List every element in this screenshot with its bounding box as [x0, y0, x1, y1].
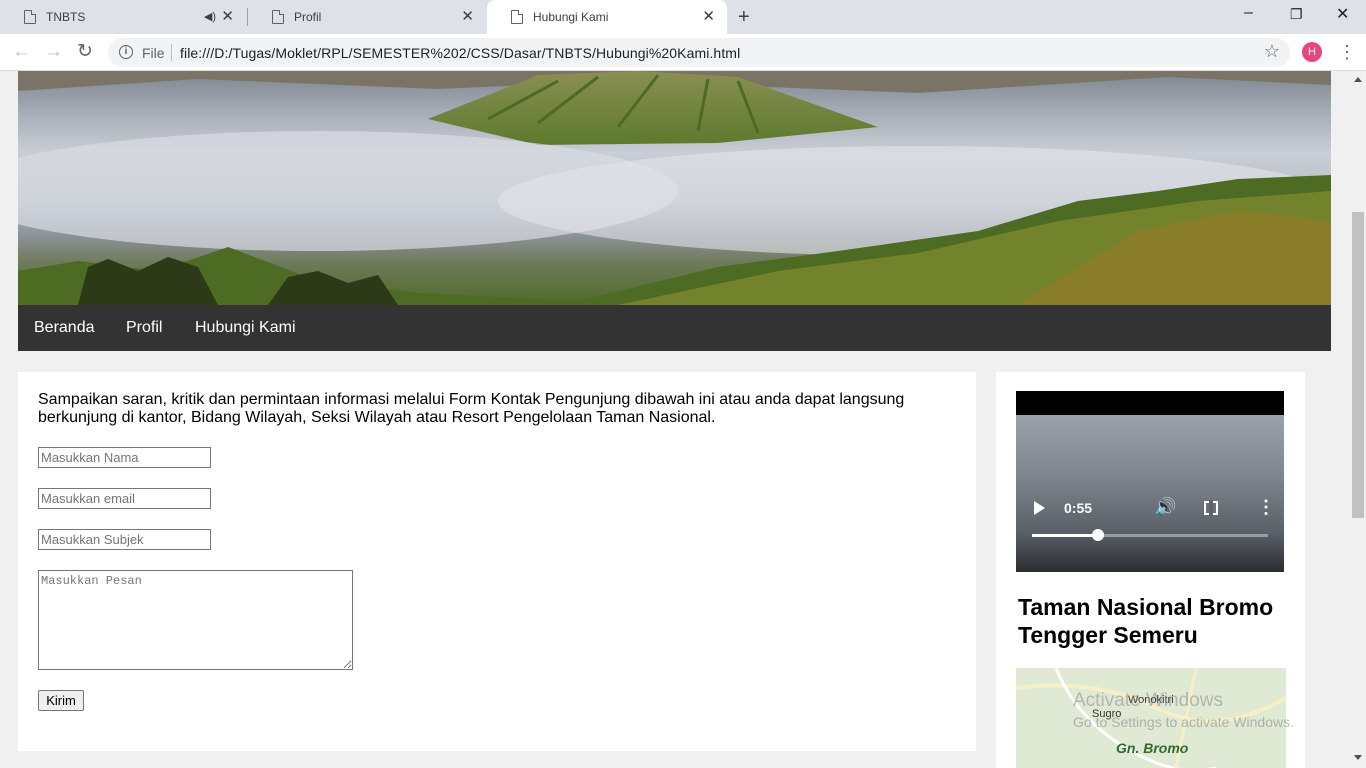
nav-link-beranda[interactable]: Beranda — [34, 319, 95, 337]
browser-menu-icon[interactable]: ⋮ — [1338, 41, 1356, 63]
fullscreen-icon[interactable] — [1204, 500, 1218, 516]
email-input[interactable] — [38, 488, 211, 509]
nav-link-profil[interactable]: Profil — [126, 319, 162, 337]
page-scrollbar[interactable] — [1350, 71, 1366, 768]
minimize-button[interactable]: – — [1244, 4, 1253, 22]
nav-link-hubungi-kami[interactable]: Hubungi Kami — [195, 319, 296, 337]
page-viewport: Beranda Profil Hubungi Kami Sampaikan sa… — [0, 71, 1350, 768]
browser-tabstrip: TNBTS ◀) ✕ Profil ✕ Hubungi Kami ✕ + – ❐… — [0, 0, 1366, 34]
forward-button[interactable]: → — [44, 41, 63, 63]
video-time: 0:55 — [1064, 500, 1093, 516]
tab-title: Hubungi Kami — [533, 10, 609, 24]
bookmark-star-icon[interactable]: ☆ — [1264, 41, 1280, 62]
video-frame — [1016, 415, 1284, 572]
video-progress-fill — [1032, 534, 1099, 537]
contact-intro-text: Sampaikan saran, kritik dan permintaan i… — [38, 391, 905, 426]
close-window-button[interactable]: ✕ — [1336, 4, 1349, 24]
map-label-bromo: Gn. Bromo — [1116, 740, 1189, 756]
browser-toolbar: ← → ↻ i File file:///D:/Tugas/Moklet/RPL… — [0, 34, 1366, 71]
scheme-label: File — [142, 45, 165, 61]
more-options-icon[interactable]: ⋮ — [1257, 497, 1275, 517]
divider — [171, 44, 172, 61]
video-seek-bar[interactable] — [1032, 529, 1268, 541]
new-tab-button[interactable]: + — [738, 6, 750, 29]
profile-avatar[interactable]: H — [1302, 42, 1322, 62]
info-icon[interactable]: i — [119, 45, 133, 59]
name-input[interactable] — [38, 447, 211, 468]
bromo-landscape-image — [18, 71, 1331, 305]
page-icon — [272, 10, 284, 24]
close-tab-icon[interactable]: ✕ — [702, 9, 715, 25]
hero-banner-image — [18, 71, 1331, 305]
close-tab-icon[interactable]: ✕ — [461, 9, 474, 25]
tab-tnbts[interactable]: TNBTS ◀) ✕ — [0, 0, 246, 34]
submit-button[interactable]: Kirim — [38, 690, 84, 711]
page-icon — [24, 10, 36, 24]
restore-button[interactable]: ❐ — [1290, 6, 1303, 23]
play-icon[interactable] — [1034, 501, 1045, 515]
back-button[interactable]: ← — [12, 41, 31, 63]
tab-title: Profil — [294, 10, 322, 24]
activate-windows-subtitle: Go to Settings to activate Windows. — [1073, 714, 1294, 730]
main-navbar: Beranda Profil Hubungi Kami — [18, 305, 1331, 351]
speaker-mute-icon[interactable]: ◀) — [204, 10, 216, 23]
video-player[interactable]: 0:55 🔊 ⋮ — [1016, 391, 1284, 572]
address-bar[interactable]: i File file:///D:/Tugas/Moklet/RPL/SEMES… — [108, 38, 1290, 67]
tab-profil[interactable]: Profil ✕ — [248, 0, 486, 34]
close-tab-icon[interactable]: ✕ — [221, 9, 234, 25]
reload-button[interactable]: ↻ — [77, 41, 93, 63]
scroll-down-arrow-icon[interactable] — [1354, 755, 1362, 760]
page-icon — [511, 10, 523, 24]
tab-title: TNBTS — [46, 10, 86, 24]
activate-windows-title: Activate Windows — [1073, 690, 1223, 711]
scroll-up-arrow-icon[interactable] — [1354, 77, 1362, 82]
park-title: Taman Nasional Bromo Tengger Semeru — [1018, 594, 1274, 648]
scrollbar-thumb[interactable] — [1352, 212, 1364, 518]
contact-form-panel: Sampaikan saran, kritik dan permintaan i… — [18, 372, 976, 751]
video-seek-handle[interactable] — [1092, 529, 1105, 541]
url-text[interactable]: file:///D:/Tugas/Moklet/RPL/SEMESTER%202… — [180, 45, 740, 61]
message-textarea[interactable] — [38, 570, 353, 670]
volume-icon[interactable]: 🔊 — [1154, 497, 1176, 518]
tab-hubungi-kami[interactable]: Hubungi Kami ✕ — [487, 0, 727, 34]
subject-input[interactable] — [38, 529, 211, 550]
